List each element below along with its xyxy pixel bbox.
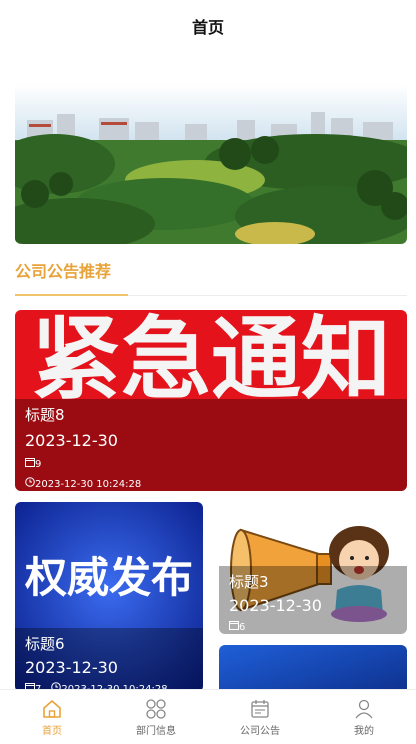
tab-notices-label: 公司公告 [240,725,280,737]
notice-card-3[interactable]: 标题3 2023-12-30 6 [219,502,407,634]
section-title: 公司公告推荐 [15,262,112,281]
notice-card-3-views: 6 [229,620,245,634]
notice-card-1[interactable]: 紧急通知 标题8 2023-12-30 9 2023-12-30 10:24:2… [15,310,407,491]
notice-card-1-views: 9 [25,457,41,473]
notice-card-2-info: 标题6 2023-12-30 7 2023-12-30 10:24:28 [15,628,203,692]
notice-card-2[interactable]: 权威发布 标题6 2023-12-30 7 2023-12-30 10:24:2… [15,502,203,692]
tab-home[interactable]: 首页 [0,690,104,744]
tab-notices[interactable]: 公司公告 [208,690,312,744]
section-divider [128,295,407,296]
section-title-underline [15,294,128,296]
notice-card-1-time-text: 2023-12-30 10:24:28 [35,479,142,490]
tab-mine-label: 我的 [354,725,374,737]
notice-card-1-meta: 9 [25,457,397,473]
notice-card-2-image-text: 权威发布 [24,553,193,602]
notice-card-1-views-count: 9 [35,459,42,470]
home-icon [43,699,61,718]
grid-icon [146,698,166,719]
notice-card-2-date: 2023-12-30 [25,658,118,677]
views-icon [25,458,35,467]
tab-department-label: 部门信息 [136,725,176,737]
notice-card-3-date: 2023-12-30 [229,596,322,615]
notice-card-3-info: 标题3 2023-12-30 6 [219,566,407,634]
page-title: 首页 [191,18,224,37]
notice-card-1-image-text: 紧急通知 [31,310,391,412]
bottom-tab-bar: 首页 部门信息 公司公告 我的 [0,689,416,744]
notice-card-2-title: 标题6 [25,635,65,653]
notice-card-1-time: 2023-12-30 10:24:28 [25,477,141,491]
tab-home-label: 首页 [42,725,62,737]
user-icon [355,699,373,718]
notice-card-3-title: 标题3 [229,573,269,591]
notice-card-3-views-count: 6 [239,622,246,633]
tab-department[interactable]: 部门信息 [104,690,208,744]
notice-card-1-title: 标题8 [25,406,65,424]
tab-mine[interactable]: 我的 [312,690,416,744]
banner-landscape [15,84,407,244]
top-bar: 首页 [0,0,416,52]
notice-card-1-info: 标题8 2023-12-30 9 2023-12-30 10:24:28 [15,399,407,491]
notice-card-1-time-row: 2023-12-30 10:24:28 [25,477,397,491]
views-icon [229,621,239,630]
notice-card-1-date: 2023-12-30 [25,431,118,450]
notice-card-3-meta: 6 [229,620,397,634]
calendar-icon [251,699,269,718]
clock-icon [25,477,35,487]
banner-image[interactable] [15,84,407,244]
